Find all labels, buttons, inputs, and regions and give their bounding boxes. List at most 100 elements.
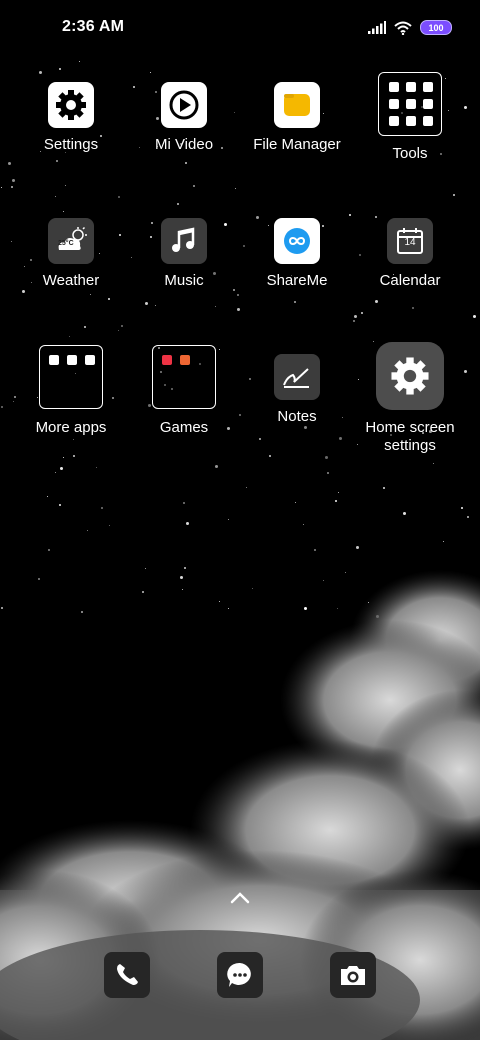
app-home-screen-settings[interactable]: Home screen settings	[350, 342, 470, 455]
app-label: Games	[159, 419, 209, 436]
star	[228, 519, 229, 520]
star	[246, 487, 247, 488]
star	[79, 61, 80, 62]
star	[215, 465, 218, 468]
app-settings[interactable]: Settings	[11, 82, 131, 154]
star	[39, 71, 42, 74]
star	[59, 68, 61, 70]
infinity-icon	[274, 218, 320, 264]
star	[193, 185, 195, 187]
battery-icon: 100	[420, 20, 452, 35]
folder-grid-icon	[378, 72, 442, 136]
app-label: Music	[164, 272, 204, 289]
status-bar: 2:36 AM 100	[0, 0, 480, 56]
star	[183, 502, 185, 504]
star	[63, 457, 64, 458]
star	[60, 467, 63, 470]
star	[8, 162, 11, 165]
star	[237, 308, 240, 311]
star	[118, 330, 119, 331]
folder-icon	[274, 82, 320, 128]
star	[353, 320, 355, 322]
star	[237, 294, 239, 296]
star	[383, 487, 385, 489]
signal-icon	[368, 21, 386, 34]
folder-games[interactable]: Games	[124, 345, 244, 437]
phone-icon	[117, 964, 138, 985]
star	[101, 507, 103, 509]
music-note-icon	[161, 218, 207, 264]
folder-grid-icon	[152, 345, 216, 409]
star	[304, 426, 307, 429]
star	[453, 194, 455, 196]
folder-grid-icon	[39, 345, 103, 409]
star	[433, 463, 434, 464]
chat-bubble-icon	[227, 962, 251, 987]
star	[118, 196, 120, 198]
star	[73, 455, 75, 457]
wifi-icon	[394, 21, 412, 35]
star	[356, 546, 359, 549]
dock-camera-button[interactable]	[330, 952, 376, 998]
star	[327, 472, 329, 474]
star	[87, 530, 88, 531]
dock-phone-button[interactable]	[104, 952, 150, 998]
app-weather[interactable]: 25°C Weather	[11, 218, 131, 290]
star	[303, 524, 304, 525]
app-calendar[interactable]: 14 Calendar	[350, 218, 470, 290]
folder-more-apps[interactable]: More apps	[11, 345, 131, 437]
app-shareme[interactable]: ShareMe	[237, 218, 357, 290]
notes-icon	[274, 354, 320, 400]
battery-level: 100	[428, 22, 444, 33]
app-label: Mi Video	[154, 136, 214, 153]
star	[47, 496, 48, 497]
calendar-day: 14	[404, 237, 416, 248]
app-label: More apps	[35, 419, 107, 436]
weather-icon: 25°C	[48, 218, 94, 264]
star	[65, 185, 66, 186]
status-time: 2:36 AM	[62, 18, 125, 35]
star	[55, 472, 56, 473]
play-icon	[161, 82, 207, 128]
star	[403, 512, 406, 515]
star	[269, 455, 271, 457]
star	[235, 188, 236, 189]
status-icons: 100	[368, 20, 452, 35]
star	[338, 492, 339, 493]
app-label: File Manager	[253, 136, 341, 153]
star	[63, 211, 64, 212]
app-label: Settings	[43, 136, 99, 153]
chevron-up-icon[interactable]	[229, 890, 251, 906]
star	[473, 315, 476, 318]
star	[22, 290, 25, 293]
star	[467, 516, 469, 518]
app-music[interactable]: Music	[124, 218, 244, 290]
app-label: Notes	[277, 408, 317, 425]
gear-icon	[48, 82, 94, 128]
app-file-manager[interactable]: File Manager	[237, 82, 357, 154]
star	[335, 500, 337, 502]
star	[215, 306, 216, 307]
star	[349, 214, 351, 216]
star	[109, 525, 110, 526]
folder-tools[interactable]: Tools	[350, 72, 470, 163]
star	[295, 502, 296, 503]
star	[412, 307, 414, 309]
calendar-icon: 14	[387, 218, 433, 264]
star	[12, 179, 15, 182]
star	[145, 302, 148, 305]
star	[443, 541, 444, 542]
star	[11, 186, 13, 188]
star	[375, 300, 378, 303]
dock-messages-button[interactable]	[217, 952, 263, 998]
camera-icon	[341, 966, 365, 985]
app-notes[interactable]: Notes	[237, 354, 357, 426]
star	[177, 203, 179, 205]
app-mi-video[interactable]: Mi Video	[124, 82, 244, 154]
star	[96, 467, 97, 468]
star	[121, 325, 123, 327]
star	[461, 507, 463, 509]
star	[55, 196, 56, 197]
star	[361, 312, 363, 314]
star	[90, 294, 91, 295]
